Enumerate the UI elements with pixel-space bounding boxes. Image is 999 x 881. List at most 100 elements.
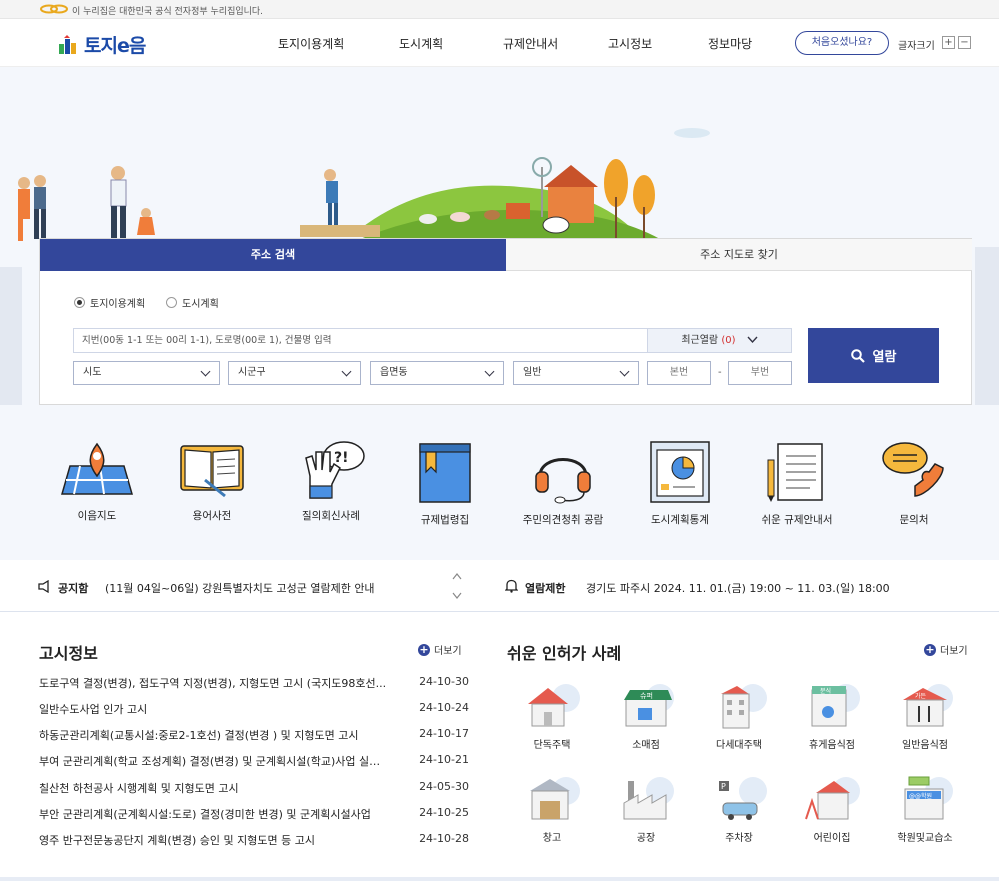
select-sido[interactable]: 시도 bbox=[73, 361, 220, 385]
radio-urban-plan-label: 도시계획 bbox=[182, 299, 219, 310]
select-eupmyeondong[interactable]: 읍면동 bbox=[370, 361, 504, 385]
case-label: 주차장 bbox=[725, 833, 753, 844]
gov-banner-text: 이 누리집은 대한민국 공식 전자정부 누리집입니다. bbox=[72, 7, 264, 17]
gov-mark-icon bbox=[40, 4, 68, 14]
restrict-text: 경기도 파주시 2024. 11. 01.(금) 19:00 ~ 11. 03.… bbox=[586, 582, 890, 595]
case-academy[interactable]: @@학원 학원및교습소 bbox=[885, 775, 965, 844]
tab-map-search[interactable]: 주소 지도로 찾기 bbox=[506, 239, 972, 271]
gosi-item-title: 칠산천 하천공사 시행계획 및 지형도면 고시 bbox=[39, 782, 239, 795]
quick-link-qa-cases[interactable]: ?! 질의회신사례 bbox=[281, 440, 381, 523]
case-label: 어린이집 bbox=[813, 833, 851, 844]
select-sigungu-value: 시군구 bbox=[238, 367, 266, 378]
gosi-more-button[interactable]: + 더보기 bbox=[418, 642, 462, 657]
chevron-up-icon[interactable] bbox=[452, 573, 462, 580]
chevron-down-icon bbox=[200, 366, 211, 377]
question-hand-icon: ?! bbox=[305, 441, 365, 499]
font-size-label: 글자크기 bbox=[898, 41, 935, 52]
quick-link-label: 문의처 bbox=[899, 514, 929, 526]
gosi-item-title: 도로구역 결정(변경), 접도구역 지정(변경), 지형도면 고시 (국지도98… bbox=[39, 677, 387, 690]
restaurant-icon: 가든 bbox=[903, 684, 953, 727]
case-daycare[interactable]: 어린이집 bbox=[792, 775, 872, 844]
cases-more-button[interactable]: + 더보기 bbox=[924, 642, 968, 657]
quick-link-glossary[interactable]: 용어사전 bbox=[162, 440, 262, 523]
nav-land-use[interactable]: 토지이용계획 bbox=[278, 35, 344, 52]
pie-chart-board-icon bbox=[650, 441, 710, 503]
chevron-down-icon bbox=[341, 366, 352, 377]
case-factory[interactable]: 공장 bbox=[606, 775, 686, 844]
recent-view-dropdown[interactable]: 최근열람 (0) bbox=[647, 328, 792, 353]
quick-link-easy-guide[interactable]: 쉬운 규제안내서 bbox=[747, 440, 847, 527]
map-pin-icon bbox=[61, 442, 133, 495]
gosi-item-date: 24-10-30 bbox=[419, 675, 469, 688]
case-snack-restaurant[interactable]: 분식 휴게음식점 bbox=[792, 682, 872, 751]
bonbun-input[interactable]: 본번 bbox=[647, 361, 711, 385]
view-button[interactable]: 열람 bbox=[808, 328, 939, 383]
quick-link-map[interactable]: 이음지도 bbox=[47, 440, 147, 523]
logo-icon bbox=[59, 34, 76, 54]
nav-notice-info[interactable]: 고시정보 bbox=[608, 35, 652, 52]
radio-urban-plan[interactable]: 도시계획 bbox=[166, 295, 219, 310]
case-multi-family[interactable]: 다세대주택 bbox=[699, 682, 779, 751]
case-warehouse[interactable]: 창고 bbox=[512, 775, 592, 844]
chevron-down-icon[interactable] bbox=[452, 592, 462, 599]
site-logo[interactable]: 토지e음 bbox=[58, 31, 146, 58]
cases-more-label: 더보기 bbox=[940, 646, 968, 657]
law-book-icon bbox=[419, 443, 471, 503]
select-sigungu[interactable]: 시군구 bbox=[228, 361, 361, 385]
recent-view-count: (0) bbox=[721, 335, 736, 346]
quick-links: 이음지도 용어사전 ?! 질의회신사례 규제법령집 주민의견청취 공람 도시계획… bbox=[0, 405, 999, 560]
quick-link-public-hearing[interactable]: 주민의견청취 공람 bbox=[513, 440, 613, 527]
address-input[interactable]: 지번(00동 1-1 또는 00리 1-1), 도로명(00로 1), 건물명 … bbox=[73, 328, 648, 353]
apartment-icon bbox=[721, 684, 767, 729]
quick-link-label: 규제법령집 bbox=[420, 514, 470, 526]
font-increase-button[interactable]: + bbox=[942, 36, 955, 49]
address-search-panel: 주소 검색 주소 지도로 찾기 토지이용계획 도시계획 지번(00동 1-1 또… bbox=[39, 238, 972, 405]
case-parking[interactable]: P 주차장 bbox=[699, 775, 779, 844]
logo-text: 토지e음 bbox=[84, 35, 146, 57]
gosi-more-label: 더보기 bbox=[434, 646, 462, 657]
case-label: 단독주택 bbox=[533, 740, 571, 751]
snack-bar-icon: 분식 bbox=[811, 684, 860, 727]
gosi-item-title: 영주 반구전문농공단지 계획(변경) 승인 및 지형도면 등 고시 bbox=[39, 834, 315, 847]
gosi-item-date: 24-10-17 bbox=[419, 727, 469, 740]
case-general-restaurant[interactable]: 가든 일반음식점 bbox=[885, 682, 965, 751]
restrict-label: 열람제한 bbox=[525, 582, 566, 595]
quick-link-law-collection[interactable]: 규제법령집 bbox=[395, 440, 495, 527]
quick-link-urban-stats[interactable]: 도시계획통계 bbox=[630, 440, 730, 527]
case-detached-house[interactable]: 단독주택 bbox=[512, 682, 592, 751]
quick-link-contact[interactable]: 문의처 bbox=[864, 440, 964, 527]
font-decrease-button[interactable]: − bbox=[958, 36, 971, 49]
select-land-type-value: 일반 bbox=[523, 367, 542, 378]
nav-regulation-guide[interactable]: 규제안내서 bbox=[503, 35, 558, 52]
radio-land-use[interactable]: 토지이용계획 bbox=[74, 295, 145, 310]
gov-banner: 이 누리집은 대한민국 공식 전자정부 누리집입니다. bbox=[0, 0, 999, 19]
case-label: 일반음식점 bbox=[902, 740, 948, 751]
select-land-type[interactable]: 일반 bbox=[513, 361, 639, 385]
bottom-section: 고시정보 + 더보기 도로구역 결정(변경), 접도구역 지정(변경), 지형도… bbox=[0, 612, 999, 881]
search-icon bbox=[850, 348, 865, 363]
open-book-icon bbox=[180, 445, 244, 498]
notice-text[interactable]: (11월 04일~06일) 강원특별자치도 고성군 열람제한 안내 bbox=[105, 580, 375, 596]
quick-link-label: 이음지도 bbox=[77, 510, 117, 522]
case-label: 학원및교습소 bbox=[897, 833, 953, 844]
footer-divider bbox=[0, 877, 999, 881]
chevron-down-icon bbox=[619, 366, 630, 377]
gosi-item-date: 24-10-25 bbox=[419, 806, 469, 819]
document-pencil-icon bbox=[767, 443, 823, 502]
speaker-icon bbox=[38, 580, 49, 593]
case-retail-store[interactable]: 슈퍼 소매점 bbox=[606, 682, 686, 751]
radio-checked-icon bbox=[74, 297, 85, 308]
academy-sign-text: @@학원 bbox=[909, 792, 932, 800]
nav-info-market[interactable]: 정보마당 bbox=[708, 35, 752, 52]
plus-icon: + bbox=[418, 642, 430, 656]
select-sido-value: 시도 bbox=[83, 367, 102, 378]
tab-address-search[interactable]: 주소 검색 bbox=[40, 239, 506, 271]
first-visit-button[interactable]: 처음오셨나요? bbox=[795, 31, 889, 55]
bubun-input[interactable]: 부번 bbox=[728, 361, 792, 385]
nav-urban-plan[interactable]: 도시계획 bbox=[399, 35, 443, 52]
quick-link-label: 쉬운 규제안내서 bbox=[761, 514, 833, 526]
case-label: 다세대주택 bbox=[716, 740, 762, 751]
academy-icon: @@학원 bbox=[904, 776, 953, 820]
notice-label: 공지함 bbox=[58, 582, 89, 595]
notice-bar: 공지함 (11월 04일~06일) 강원특별자치도 고성군 열람제한 안내 열람… bbox=[0, 560, 999, 612]
